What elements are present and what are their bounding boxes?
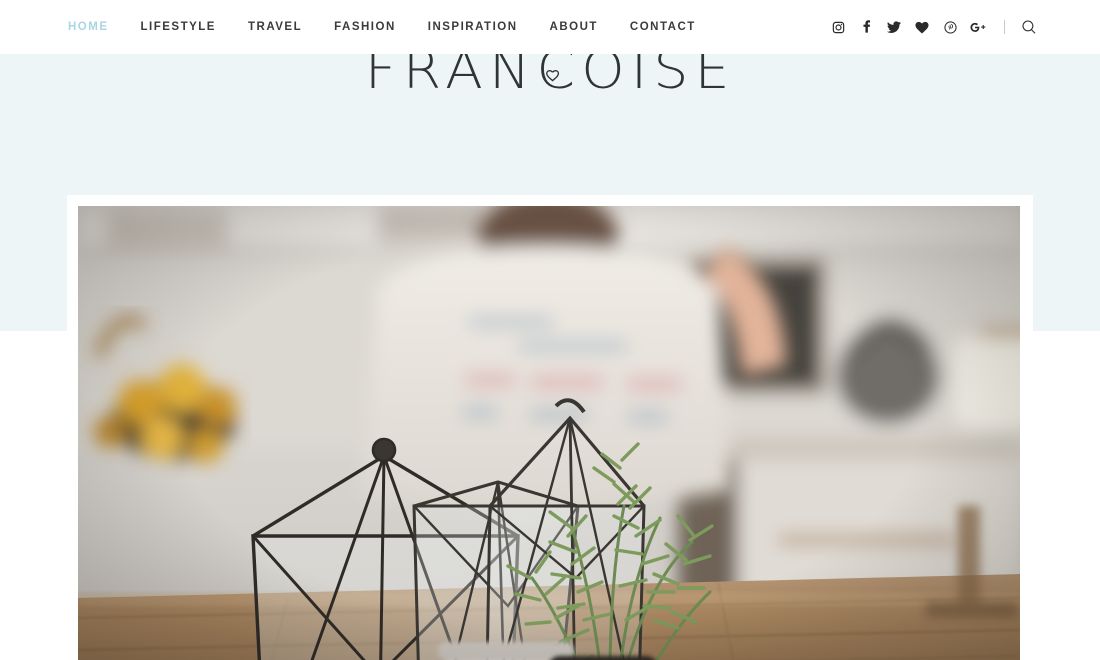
nav-item-about[interactable]: ABOUT [550, 21, 598, 33]
main-menu: HOME LIFESTYLE TRAVEL FASHION INSPIRATIO… [68, 21, 728, 33]
googleplus-icon[interactable] [965, 15, 991, 39]
twitter-icon[interactable] [881, 15, 907, 39]
top-navigation-bar: HOME LIFESTYLE TRAVEL FASHION INSPIRATIO… [0, 0, 1100, 54]
search-icon[interactable] [1016, 15, 1042, 39]
instagram-icon[interactable] [825, 15, 851, 39]
kitchen-scene-illustration: BUTTER [78, 206, 1020, 660]
nav-item-contact[interactable]: CONTACT [630, 21, 696, 33]
nav-item-travel[interactable]: TRAVEL [248, 21, 302, 33]
nav-divider [1004, 20, 1005, 34]
featured-post-card: BUTTER [67, 195, 1033, 660]
pinterest-icon[interactable] [937, 15, 963, 39]
nav-item-fashion[interactable]: FASHION [334, 21, 396, 33]
nav-item-inspiration[interactable]: INSPIRATION [428, 21, 518, 33]
bloglovin-heart-icon[interactable] [909, 15, 935, 39]
nav-item-home[interactable]: HOME [68, 21, 109, 33]
featured-post-image[interactable]: BUTTER [78, 206, 1020, 660]
social-and-search [823, 15, 1042, 39]
nav-item-lifestyle[interactable]: LIFESTYLE [141, 21, 216, 33]
facebook-icon[interactable] [853, 15, 879, 39]
page-root: HOME LIFESTYLE TRAVEL FASHION INSPIRATIO… [0, 0, 1100, 660]
